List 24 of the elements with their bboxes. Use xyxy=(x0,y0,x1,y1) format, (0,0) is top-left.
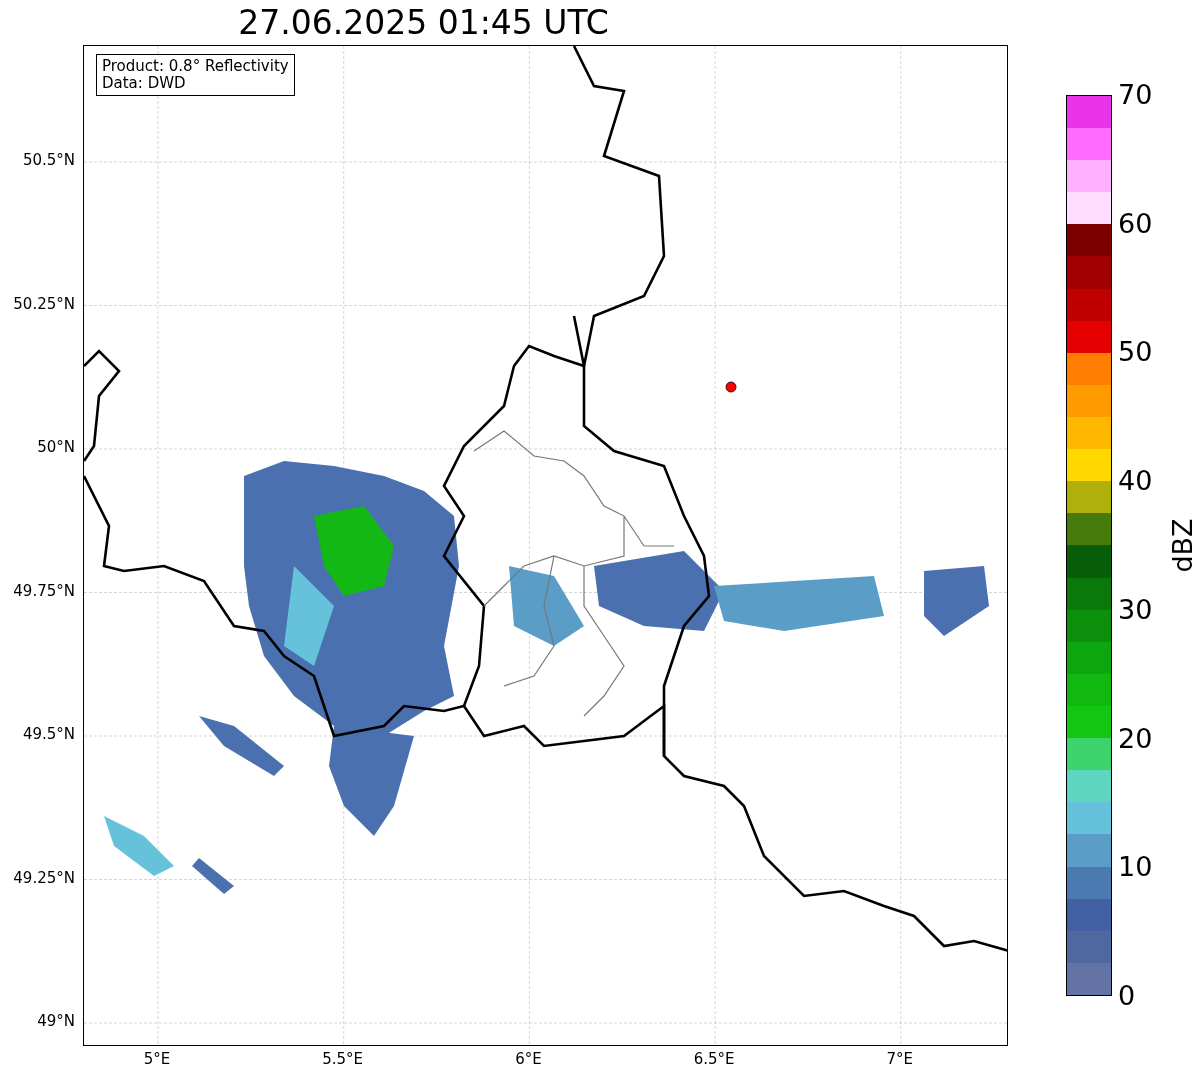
colorbar-tick-label: 50 xyxy=(1118,338,1153,366)
longitude-label: 5°E xyxy=(143,1052,171,1067)
colorbar-tick-label: 70 xyxy=(1118,81,1153,108)
longitude-label: 6°E xyxy=(515,1052,542,1067)
latitude-label: 49.5°N xyxy=(22,727,75,742)
latitude-label: 50°N xyxy=(37,440,75,455)
longitude-label: 7°E xyxy=(886,1052,914,1067)
colorbar-label: dBZ xyxy=(1168,518,1196,573)
longitude-label: 5.5°E xyxy=(322,1052,364,1067)
colorbar-tick-label: 20 xyxy=(1118,724,1153,752)
colorbar-tick-label: 30 xyxy=(1118,595,1153,623)
longitude-label: 6.5°E xyxy=(693,1052,735,1067)
latitude-label: 50.25°N xyxy=(13,296,75,312)
chart-title: 27.06.2025 01:45 UTC xyxy=(238,6,609,39)
info-text: Data: DWD xyxy=(102,75,187,92)
colorbar-tick-label: 0 xyxy=(1118,982,1136,1009)
info-text: Product: 0.8° Reflectivity xyxy=(102,58,289,75)
colorbar-tick-label: 60 xyxy=(1118,209,1153,237)
latitude-label: 49.25°N xyxy=(13,870,75,886)
latitude-label: 49.75°N xyxy=(13,583,75,599)
colorbar-tick-label: 10 xyxy=(1118,853,1153,881)
latitude-label: 50.5°N xyxy=(22,153,75,168)
latitude-label: 49°N xyxy=(37,1014,75,1029)
colorbar-tick-label: 40 xyxy=(1118,467,1153,495)
